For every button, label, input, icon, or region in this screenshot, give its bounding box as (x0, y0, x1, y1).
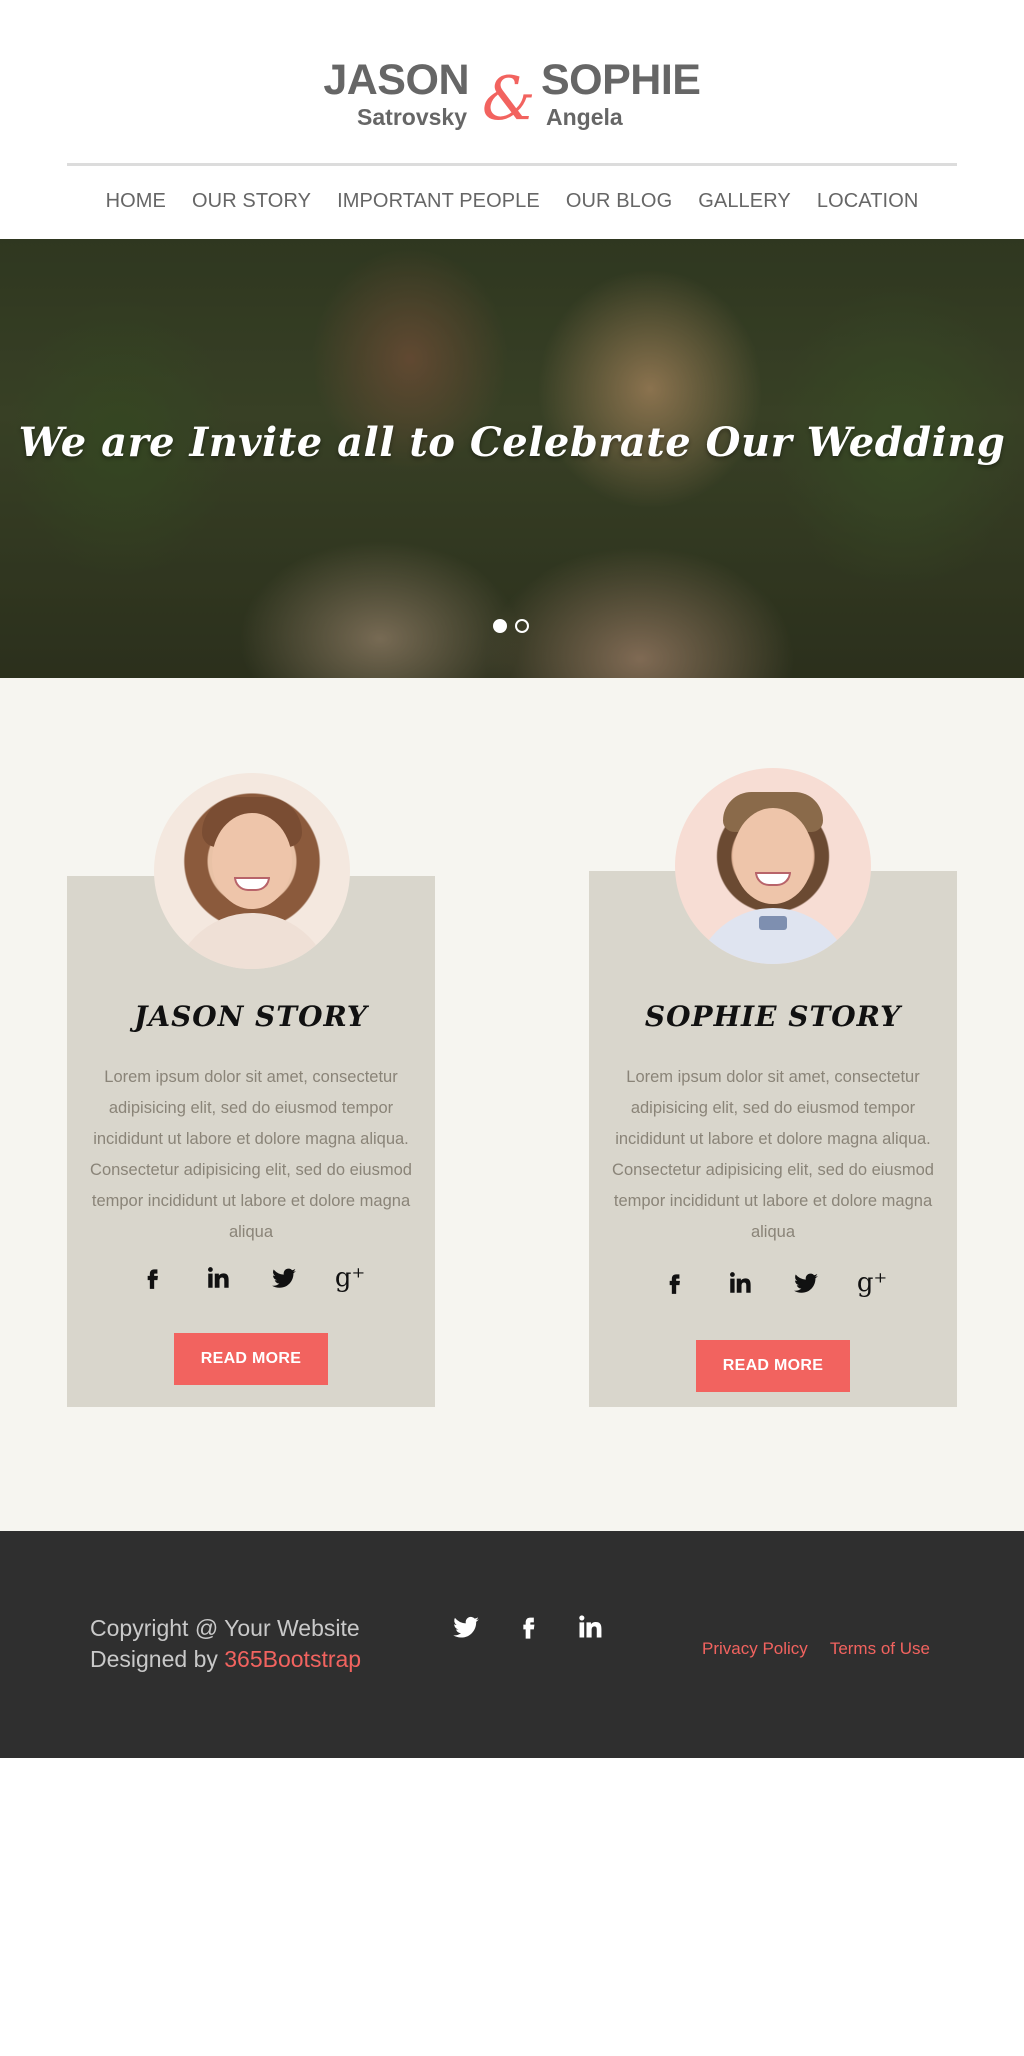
stories-section: JASON STORY Lorem ipsum dolor sit amet, … (0, 678, 1024, 1531)
facebook-icon[interactable] (512, 1611, 544, 1643)
read-more-button[interactable]: READ MORE (696, 1340, 850, 1392)
google-plus-icon[interactable]: g⁺ (334, 1262, 366, 1294)
read-more-button[interactable]: READ MORE (174, 1333, 328, 1385)
bride-first-name: SOPHIE (541, 56, 701, 104)
twitter-icon[interactable] (790, 1267, 822, 1299)
designer-link[interactable]: 365Bootstrap (224, 1646, 361, 1672)
bride-name: SOPHIE Angela (541, 56, 701, 130)
story-title: SOPHIE STORY (644, 1000, 902, 1033)
designed-by-line: Designed by 365Bootstrap (90, 1644, 361, 1675)
linkedin-icon[interactable] (724, 1267, 756, 1299)
google-plus-icon[interactable]: g⁺ (856, 1267, 888, 1299)
site-logo[interactable]: JASON Satrovsky & SOPHIE Angela (0, 56, 1024, 136)
twitter-icon[interactable] (268, 1262, 300, 1294)
story-text: Lorem ipsum dolor sit amet, consectetur … (90, 1068, 412, 1241)
nav-item-our-story[interactable]: OUR STORY (192, 186, 311, 216)
story-card-sophie: SOPHIE STORY Lorem ipsum dolor sit amet,… (589, 768, 957, 1407)
page-bottom-space (0, 1758, 1024, 2056)
slider-pagination (493, 619, 529, 633)
linkedin-icon[interactable] (574, 1611, 606, 1643)
hero-tagline: We are Invite all to Celebrate Our Weddi… (18, 419, 1006, 466)
ampersand: & (482, 64, 536, 134)
slider-dot-2[interactable] (515, 619, 529, 633)
nav-item-home[interactable]: HOME (106, 186, 166, 216)
bride-last-name: Angela (546, 104, 623, 130)
story-title: JASON STORY (134, 1000, 368, 1033)
linkedin-icon[interactable] (202, 1262, 234, 1294)
site-header: JASON Satrovsky & SOPHIE Angela HOME OUR… (0, 0, 1024, 239)
nav-item-our-blog[interactable]: OUR BLOG (566, 186, 672, 216)
story-social-links: g⁺ (589, 1267, 957, 1299)
site-footer: Copyright @ Your Website Designed by 365… (0, 1531, 1024, 1758)
footer-social-links (450, 1611, 606, 1643)
groom-photo-avatar (675, 768, 871, 964)
slider-dot-1[interactable] (493, 619, 507, 633)
nav-item-gallery[interactable]: GALLERY (698, 186, 791, 216)
designed-by-text: Designed by (90, 1646, 225, 1672)
footer-copyright: Copyright @ Your Website Designed by 365… (90, 1613, 361, 1675)
groom-name: JASON Satrovsky (323, 56, 469, 130)
privacy-policy-link[interactable]: Privacy Policy (702, 1639, 808, 1659)
story-card-jason: JASON STORY Lorem ipsum dolor sit amet, … (67, 773, 435, 1407)
twitter-icon[interactable] (450, 1611, 482, 1643)
terms-of-use-link[interactable]: Terms of Use (830, 1639, 930, 1659)
bride-photo-avatar (154, 773, 350, 969)
groom-last-name: Satrovsky (357, 104, 467, 130)
hero-slider: We are Invite all to Celebrate Our Weddi… (0, 239, 1024, 678)
footer-links: Privacy Policy Terms of Use (702, 1639, 930, 1659)
main-nav: HOME OUR STORY IMPORTANT PEOPLE OUR BLOG… (0, 186, 1024, 216)
nav-item-location[interactable]: LOCATION (817, 186, 919, 216)
groom-first-name: JASON (323, 56, 469, 104)
copyright-text: Copyright @ Your Website (90, 1615, 360, 1641)
header-divider (67, 163, 957, 166)
story-social-links: g⁺ (67, 1262, 435, 1294)
facebook-icon[interactable] (136, 1262, 168, 1294)
story-text: Lorem ipsum dolor sit amet, consectetur … (612, 1068, 934, 1241)
nav-item-important-people[interactable]: IMPORTANT PEOPLE (337, 186, 540, 216)
facebook-icon[interactable] (658, 1267, 690, 1299)
